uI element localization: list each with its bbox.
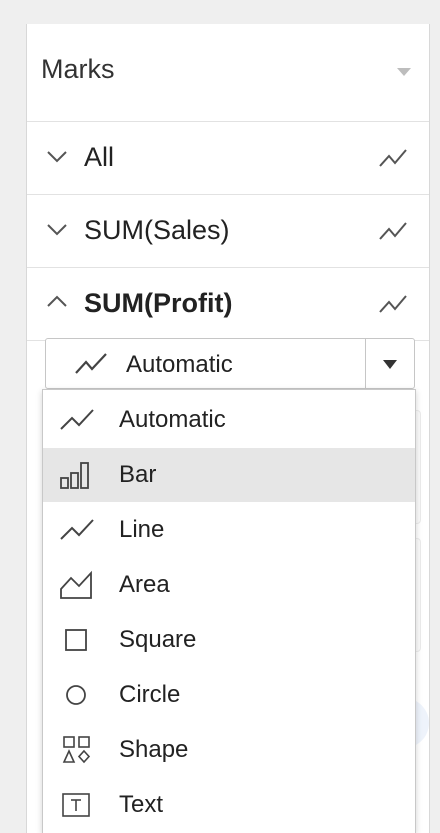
menu-item-label: Shape: [119, 736, 189, 763]
mark-type-menu: Automatic Bar Line Area Square Circle Sh…: [42, 389, 416, 833]
bar-icon: [60, 462, 89, 489]
circle-icon: [66, 685, 86, 705]
menu-item-line[interactable]: Line: [43, 503, 415, 557]
automatic-line-icon: [60, 409, 94, 430]
chevron-down-icon[interactable]: [45, 217, 69, 241]
menu-item-label: Bar: [119, 461, 157, 488]
menu-item-label: Automatic: [119, 406, 226, 433]
dropdown-arrow-icon[interactable]: [383, 360, 397, 369]
mark-type-dropdown[interactable]: Automatic: [45, 338, 415, 389]
line-mark-icon: [379, 222, 407, 240]
marks-row-all[interactable]: All: [27, 122, 429, 195]
dropdown-divider: [365, 339, 366, 388]
square-icon: [65, 629, 87, 651]
line-mark-icon: [379, 149, 407, 167]
menu-item-label: Square: [119, 626, 197, 653]
automatic-line-icon: [75, 353, 107, 374]
line-mark-icon: [379, 295, 407, 313]
menu-item-area[interactable]: Area: [43, 558, 415, 612]
marks-row-label: All: [84, 142, 115, 172]
menu-item-square[interactable]: Square: [43, 613, 415, 667]
marks-card-header: Marks: [27, 24, 429, 122]
menu-item-text[interactable]: Text: [43, 778, 415, 832]
marks-card-title: Marks: [41, 54, 115, 84]
menu-item-label: Area: [119, 571, 170, 598]
shape-icon: [62, 736, 91, 764]
chevron-up-icon[interactable]: [45, 290, 69, 314]
menu-item-label: Line: [119, 516, 165, 543]
menu-item-label: Text: [119, 791, 164, 818]
mark-type-selected-value: Automatic: [126, 351, 233, 378]
chevron-down-icon[interactable]: [45, 144, 69, 168]
menu-item-label: Circle: [119, 681, 181, 708]
marks-row-label: SUM(Sales): [84, 215, 230, 245]
menu-item-automatic[interactable]: Automatic: [43, 393, 415, 447]
menu-item-shape[interactable]: Shape: [43, 723, 415, 777]
text-icon: [62, 793, 90, 817]
marks-row-sum-sales[interactable]: SUM(Sales): [27, 195, 429, 268]
area-icon: [60, 570, 92, 599]
marks-row-sum-profit[interactable]: SUM(Profit): [27, 268, 429, 341]
line-icon: [60, 519, 94, 540]
card-menu-caret-icon[interactable]: [397, 68, 411, 76]
marks-row-label: SUM(Profit): [84, 288, 233, 318]
menu-item-circle[interactable]: Circle: [43, 668, 415, 722]
menu-item-bar[interactable]: Bar: [43, 448, 415, 502]
